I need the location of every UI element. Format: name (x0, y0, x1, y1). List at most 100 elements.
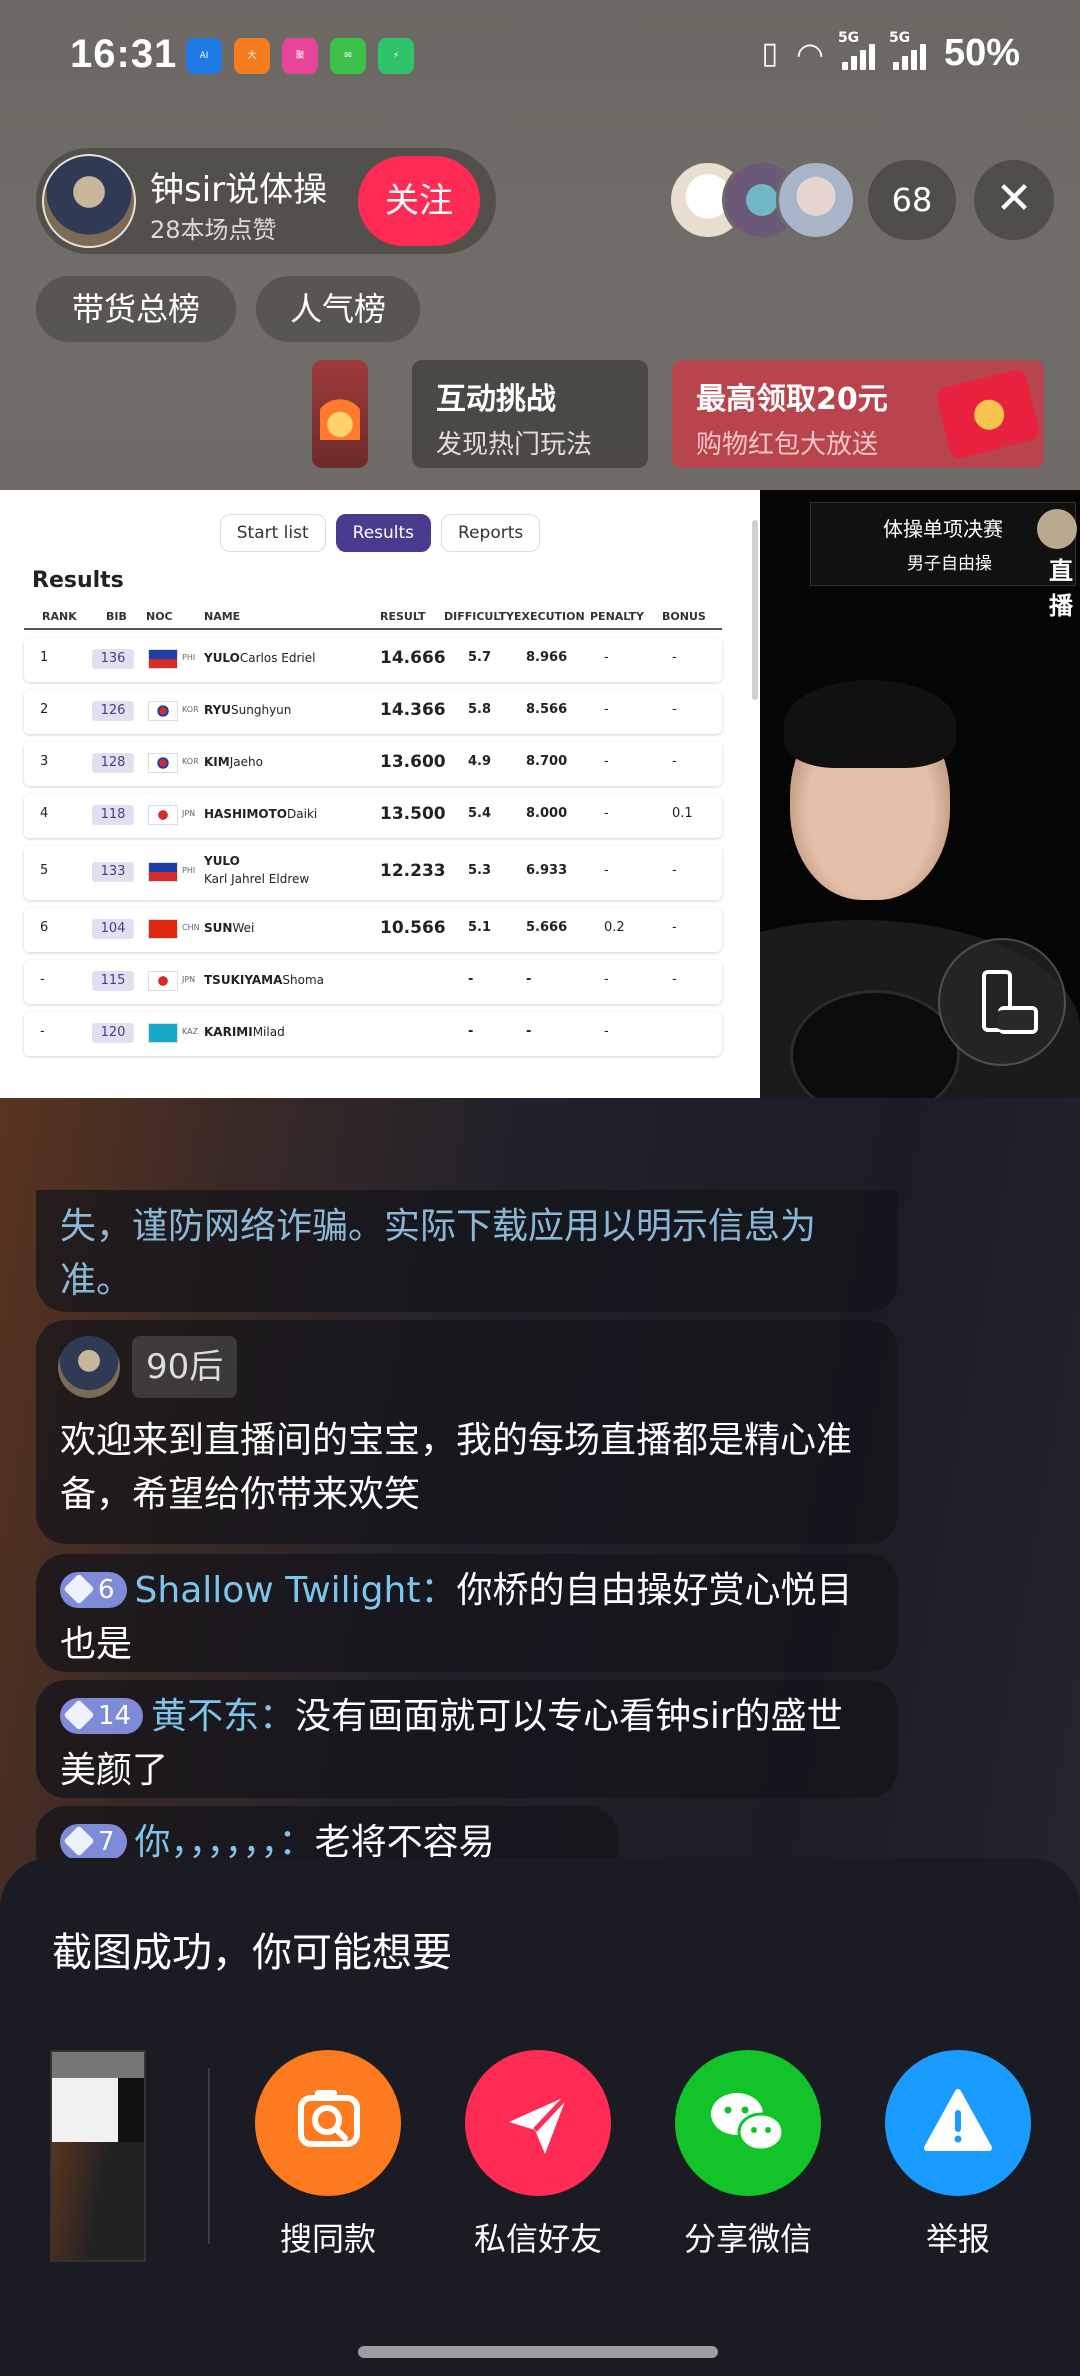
cell-noc: KOR (182, 757, 199, 766)
badge-title: 体操单项决赛 (883, 517, 1003, 541)
share-label: 举报 (925, 2220, 990, 2258)
cell-bib: 120 (92, 1023, 134, 1043)
cell-result: 10.566 (380, 918, 446, 938)
diamond-icon (63, 1825, 95, 1857)
chat-message[interactable]: 14 黄不东：没有画面就可以专心看钟sir的盛世美颜了 (36, 1680, 898, 1798)
table-row: 6 104 CHN 10.566 5.1 5.666 0.2 - SUN Wei (24, 908, 722, 952)
tab-start-list[interactable]: Start list (219, 514, 326, 552)
avatar[interactable] (58, 1336, 120, 1398)
divider (208, 2068, 210, 2244)
results-title: Results (32, 568, 124, 593)
cell-bib: 104 (92, 919, 134, 939)
screenshot-thumbnail[interactable] (50, 2050, 146, 2262)
cell-execution: 8.700 (526, 754, 568, 769)
table-row: 2 126 KOR 14.366 5.8 8.566 - - RYU Sunghyun (24, 690, 722, 734)
home-indicator[interactable] (358, 2346, 718, 2358)
cell-rank: 4 (40, 806, 49, 821)
cell-execution: 8.566 (526, 702, 568, 717)
rotate-screen-icon[interactable] (938, 938, 1066, 1066)
results-tabs: Start list Results Reports (0, 514, 760, 552)
interactive-challenge-card[interactable]: 互动挑战 发现热门玩法 (412, 360, 648, 468)
avatar[interactable] (776, 160, 856, 240)
scrollbar[interactable] (752, 520, 758, 700)
popularity-rank-chip[interactable]: 人气榜 (256, 276, 420, 342)
chat-username[interactable]: Shallow Twilight： (135, 1570, 457, 1611)
promo-subtitle: 发现热门玩法 (436, 430, 593, 460)
cell-bonus: - (672, 863, 677, 878)
host-welcome-message[interactable]: 90后 欢迎来到直播间的宝宝，我的每场直播都是精心准备，希望给你带来欢笑 (36, 1320, 898, 1544)
viewer-count[interactable]: 68 (868, 160, 956, 240)
column-header: RESULT (380, 610, 426, 623)
message-notification-icon: ✉ (330, 38, 366, 74)
diamond-icon (63, 1699, 95, 1731)
cell-difficulty: 5.1 (468, 920, 492, 935)
cell-execution: 8.000 (526, 806, 568, 821)
cell-noc: KAZ (182, 1027, 199, 1036)
system-warning: 失，谨防网络诈骗。实际下载应用以明示信息为准。 (36, 1190, 898, 1312)
level-badge: 7 (60, 1824, 127, 1860)
host-name[interactable]: 钟sir说体操 (150, 162, 327, 211)
search-similar-button[interactable]: 搜同款 (248, 2050, 408, 2260)
table-row: 5 133 PHI 12.233 5.3 6.933 - - YULO Karl Jahrel E… (24, 846, 722, 900)
cell-result: 12.233 (380, 861, 446, 881)
table-row: 4 118 JPN 13.500 5.4 8.000 - 0.1 HASHIMOTO Daiki (24, 794, 722, 838)
sales-rank-chip[interactable]: 带货总榜 (36, 276, 236, 342)
flag-icon (148, 649, 178, 669)
badge-subtitle: 男子自由操 (907, 554, 992, 574)
tab-reports[interactable]: Reports (441, 514, 541, 552)
cell-noc: PHI (182, 866, 196, 875)
chat-message[interactable]: 6 Shallow Twilight：你桥的自由操好赏心悦目也是 (36, 1554, 898, 1672)
chat-username[interactable]: 你，，，，，，： (135, 1822, 315, 1863)
flag-icon (148, 919, 178, 939)
cell-name: TSUKIYAMA Shoma (204, 973, 325, 987)
close-icon[interactable]: ✕ (974, 160, 1054, 240)
column-header: BIB (106, 610, 127, 623)
cell-difficulty: - (468, 972, 474, 987)
share-wechat-button[interactable]: 分享微信 (668, 2050, 828, 2260)
camera-search-icon (255, 2050, 401, 2196)
column-header: DIFFICULTY (444, 610, 515, 623)
host-info[interactable]: 钟sir说体操 28本场点赞 关注 (36, 148, 496, 254)
follow-button[interactable]: 关注 (358, 156, 480, 246)
cell-difficulty: 5.4 (468, 806, 492, 821)
wechat-icon (675, 2050, 821, 2196)
report-button[interactable]: 举报 (878, 2050, 1038, 2260)
cell-rank: 3 (40, 754, 49, 769)
cell-bib: 126 (92, 701, 134, 721)
red-packet-card[interactable]: 最高领取20元 购物红包大放送 (672, 360, 1044, 468)
column-header: EXECUTION (514, 610, 585, 623)
bonfire-icon[interactable] (312, 360, 368, 468)
message-friend-button[interactable]: 私信好友 (458, 2050, 618, 2260)
cell-result: 14.366 (380, 700, 446, 720)
level-badge: 14 (60, 1698, 144, 1734)
viewer-avatars[interactable] (668, 160, 858, 240)
column-header: NAME (204, 610, 241, 623)
tab-results[interactable]: Results (335, 514, 432, 552)
cell-penalty: - (604, 702, 609, 717)
cell-bib: 133 (92, 862, 134, 882)
vibrate-icon: ▯ (761, 36, 779, 71)
status-bar: 16:31 AI 大 聚 ✉ ⚡ ▯ ◠ 5G 5G 50% (0, 0, 1080, 118)
cell-difficulty: 5.7 (468, 650, 492, 665)
live-video[interactable]: Start list Results Reports Results RANK … (0, 490, 1080, 1098)
cell-bonus: - (672, 920, 677, 935)
cell-noc: JPN (182, 809, 196, 818)
warning-text: 失，谨防网络诈骗。实际下载应用以明示信息为准。 (60, 1206, 817, 1301)
notification-icons: AI 大 聚 ✉ ⚡ (186, 38, 414, 74)
cell-bib: 136 (92, 649, 134, 669)
status-indicators: ▯ ◠ 5G 5G 50% (761, 30, 1021, 75)
diamond-icon (63, 1573, 95, 1605)
cell-penalty: - (604, 650, 609, 665)
flag-icon (148, 971, 178, 991)
cell-bib: 128 (92, 753, 134, 773)
host-avatar[interactable] (42, 154, 136, 248)
app-notification-icon: AI (186, 38, 222, 74)
cell-rank: 2 (40, 702, 49, 717)
chat-username[interactable]: 黄不东： (151, 1696, 295, 1737)
cell-result: 14.666 (380, 648, 446, 668)
table-row: - 115 JPN - - - - TSUKIYAMA Shoma (24, 960, 722, 1004)
column-header: RANK (42, 610, 77, 623)
cell-execution: - (526, 1024, 532, 1039)
cell-noc: KOR (182, 705, 199, 714)
flag-icon (148, 862, 178, 882)
